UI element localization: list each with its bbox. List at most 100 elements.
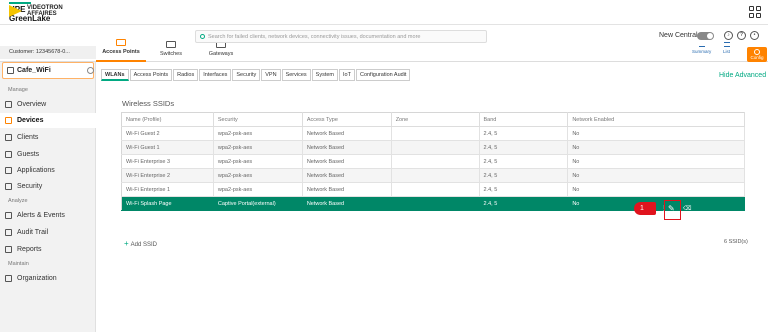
hide-advanced-link[interactable]: Hide Advanced [719,72,766,79]
section-analyze: Analyze [8,198,28,204]
cell-security: wpa2-psk-aes [213,154,303,169]
switch-icon [166,41,176,48]
cell-name: Wi-Fi Guest 1 [121,140,214,155]
cell-zone [391,196,480,211]
col-network-enabled[interactable]: Network Enabled [567,112,745,127]
reports-icon [5,246,12,253]
apps-grid-icon[interactable] [749,6,761,18]
subtab-vpn[interactable]: VPN [261,69,281,81]
subtab-access-points[interactable]: Access Points [129,69,173,81]
gear-icon [754,49,760,55]
overview-icon [5,101,12,108]
cell-zone [391,154,480,169]
tab-access-points-label: Access Points [102,49,140,55]
cell-access-type: Network Based [302,154,392,169]
cell-access-type: Network Based [302,196,392,211]
sidebar-item-security[interactable]: Security [0,179,96,194]
applications-icon [5,167,12,174]
list-button[interactable]: List [723,42,731,54]
sidebar-item-reports[interactable]: Reports [0,242,96,257]
subtab-iot[interactable]: IoT [339,69,355,81]
cell-network-enabled: No [567,126,745,141]
tab-switches[interactable]: Switches [146,25,196,62]
group-clear-icon[interactable] [87,67,94,74]
subtab-services[interactable]: Services [281,69,311,81]
cell-network-enabled: No [567,182,745,197]
col-access-type[interactable]: Access Type [302,112,392,127]
ssid-table: Name (Profile) Security Access Type Zone… [121,112,745,211]
customer-id[interactable]: Customer: 12345678-0... [0,46,96,59]
sidebar-item-devices[interactable]: Devices [0,113,96,128]
col-band[interactable]: Band [479,112,569,127]
top-bar: HPE GreenLake [0,0,768,25]
new-central-label: New Central [659,32,698,39]
devices-icon [5,117,12,124]
col-zone[interactable]: Zone [391,112,480,127]
bar-chart-icon [698,42,705,47]
sidebar: Cafe_WiFi Manage Overview Devices Client… [0,62,96,332]
cell-network-enabled: No [567,140,745,155]
table-row[interactable]: Wi-Fi Enterprise 1 wpa2-psk-aes Network … [121,182,745,197]
subtab-security[interactable]: Security [232,69,261,81]
user-icon[interactable]: • [750,31,759,40]
tab-gateways-label: Gateways [208,51,234,57]
table-row[interactable]: Wi-Fi Guest 1 wpa2-psk-aes Network Based… [121,140,745,155]
table-row[interactable]: Wi-Fi Enterprise 2 wpa2-psk-aes Network … [121,168,745,183]
subtab-wlans[interactable]: WLANs [101,69,129,81]
table-row[interactable]: Wi-Fi Guest 2 wpa2-psk-aes Network Based… [121,126,745,141]
sidebar-item-organization[interactable]: Organization [0,271,96,286]
step-callout-badge: 1 [634,202,656,215]
config-label: Config [750,55,764,60]
add-ssid-button[interactable]: + Add SSID [124,239,157,248]
access-point-icon [116,39,126,46]
search-bar[interactable]: Search for failed clients, network devic… [195,30,487,43]
list-icon [723,42,730,47]
cell-security: Captive Portal(external) [213,196,303,211]
config-button[interactable]: Config [747,47,767,62]
sidebar-item-label: Overview [17,101,47,108]
delete-icon[interactable]: ⌫ [683,205,691,213]
summary-button[interactable]: Summary [692,46,712,54]
subtab-interfaces[interactable]: Interfaces [199,69,232,81]
sidebar-item-alerts[interactable]: Alerts & Events [0,208,96,223]
sidebar-item-label: Reports [17,246,42,253]
cell-access-type: Network Based [302,182,392,197]
plus-icon: + [124,239,129,248]
sidebar-item-label: Clients [17,134,39,141]
security-icon [5,183,12,190]
cell-zone [391,140,480,155]
tab-switches-label: Switches [159,51,182,57]
sidebar-item-clients[interactable]: Clients [0,130,96,145]
sidebar-item-audit-trail[interactable]: Audit Trail [0,225,96,240]
col-security[interactable]: Security [213,112,303,127]
sidebar-item-label: Organization [17,275,57,282]
sidebar-item-applications[interactable]: Applications [0,163,96,178]
bell-icon[interactable]: ♪ [724,31,733,40]
group-selector[interactable]: Cafe_WiFi [2,62,94,79]
cell-band: 2.4, 5 [479,126,569,141]
subtab-radios[interactable]: Radios [173,69,199,81]
cell-access-type: Network Based [302,126,392,141]
table-row[interactable]: Wi-Fi Enterprise 3 wpa2-psk-aes Network … [121,154,745,169]
col-name[interactable]: Name (Profile) [121,112,214,127]
subtab-system[interactable]: System [311,69,339,81]
sidebar-item-label: Alerts & Events [17,212,65,219]
subtab-configuration-audit[interactable]: Configuration Audit [355,69,411,81]
cell-network-enabled: No [567,154,745,169]
ssid-count: 6 SSID(s) [724,239,748,245]
audit-icon [5,229,12,236]
tab-access-points[interactable]: Access Points [96,25,146,62]
videotron-brand[interactable]: VIDEOTRON AFFAIRES [9,4,89,18]
list-label: List [723,49,731,54]
edit-highlight-box [664,200,681,220]
cell-security: wpa2-psk-aes [213,140,303,155]
sidebar-item-guests[interactable]: Guests [0,147,96,162]
summary-label: Summary [692,49,712,54]
sidebar-item-overview[interactable]: Overview [0,97,96,112]
new-central-toggle[interactable] [697,32,714,40]
help-icon[interactable]: ? [737,31,746,40]
cell-security: wpa2-psk-aes [213,182,303,197]
sidebar-item-label: Devices [17,117,44,124]
cell-access-type: Network Based [302,140,392,155]
search-icon [200,34,205,39]
